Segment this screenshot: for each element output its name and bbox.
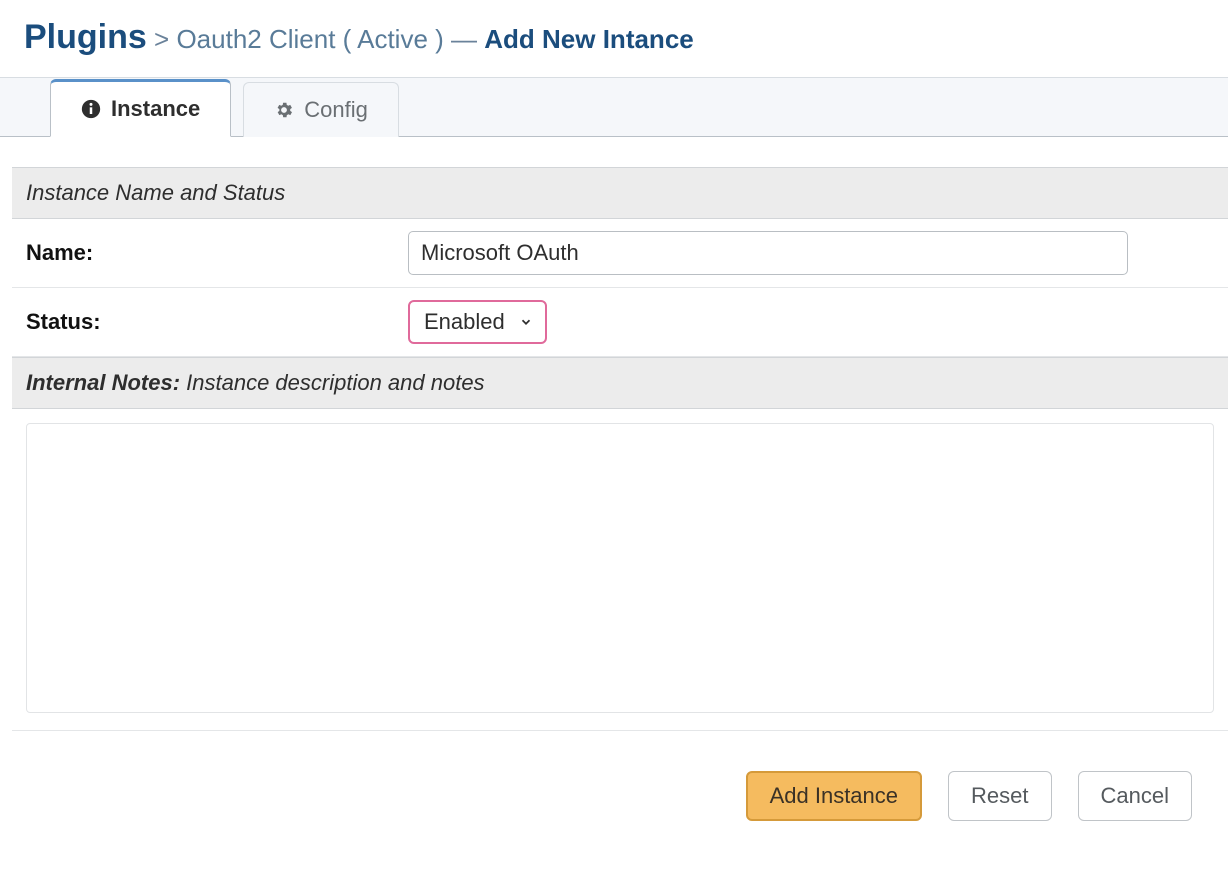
breadcrumb-mid[interactable]: Oauth2 Client ( Active ): [176, 24, 443, 54]
tab-instance[interactable]: Instance: [50, 79, 231, 137]
cancel-button[interactable]: Cancel: [1078, 771, 1192, 821]
status-label: Status:: [26, 309, 396, 335]
tab-config-label: Config: [304, 97, 368, 123]
section-header-name-status: Instance Name and Status: [12, 167, 1228, 219]
notes-textarea[interactable]: [26, 423, 1214, 713]
action-bar: Add Instance Reset Cancel: [0, 731, 1228, 821]
tab-config[interactable]: Config: [243, 82, 399, 137]
breadcrumb-root[interactable]: Plugins: [24, 18, 147, 56]
status-select-value: Enabled: [424, 309, 505, 335]
tab-bar: Instance Config: [0, 77, 1228, 137]
breadcrumb-sep2: —: [451, 24, 477, 54]
reset-button[interactable]: Reset: [948, 771, 1051, 821]
breadcrumb: Plugins > Oauth2 Client ( Active ) — Add…: [0, 18, 1228, 77]
name-input[interactable]: [408, 231, 1128, 275]
info-icon: [81, 99, 101, 119]
name-label: Name:: [26, 240, 396, 266]
breadcrumb-tail: Add New Intance: [484, 24, 693, 54]
breadcrumb-sep: >: [154, 24, 169, 54]
chevron-down-icon: [519, 315, 533, 329]
section-header-notes: Internal Notes: Instance description and…: [12, 357, 1228, 409]
tab-instance-label: Instance: [111, 96, 200, 122]
row-name: Name:: [12, 219, 1228, 288]
notes-header-bold: Internal Notes:: [26, 370, 180, 395]
status-select[interactable]: Enabled: [408, 300, 547, 344]
notes-area: [26, 409, 1214, 718]
gear-icon: [274, 100, 294, 120]
notes-header-rest: Instance description and notes: [180, 370, 485, 395]
row-status: Status: Enabled: [12, 288, 1228, 357]
add-instance-button[interactable]: Add Instance: [746, 771, 922, 821]
form-panel: Instance Name and Status Name: Status: E…: [12, 167, 1228, 731]
